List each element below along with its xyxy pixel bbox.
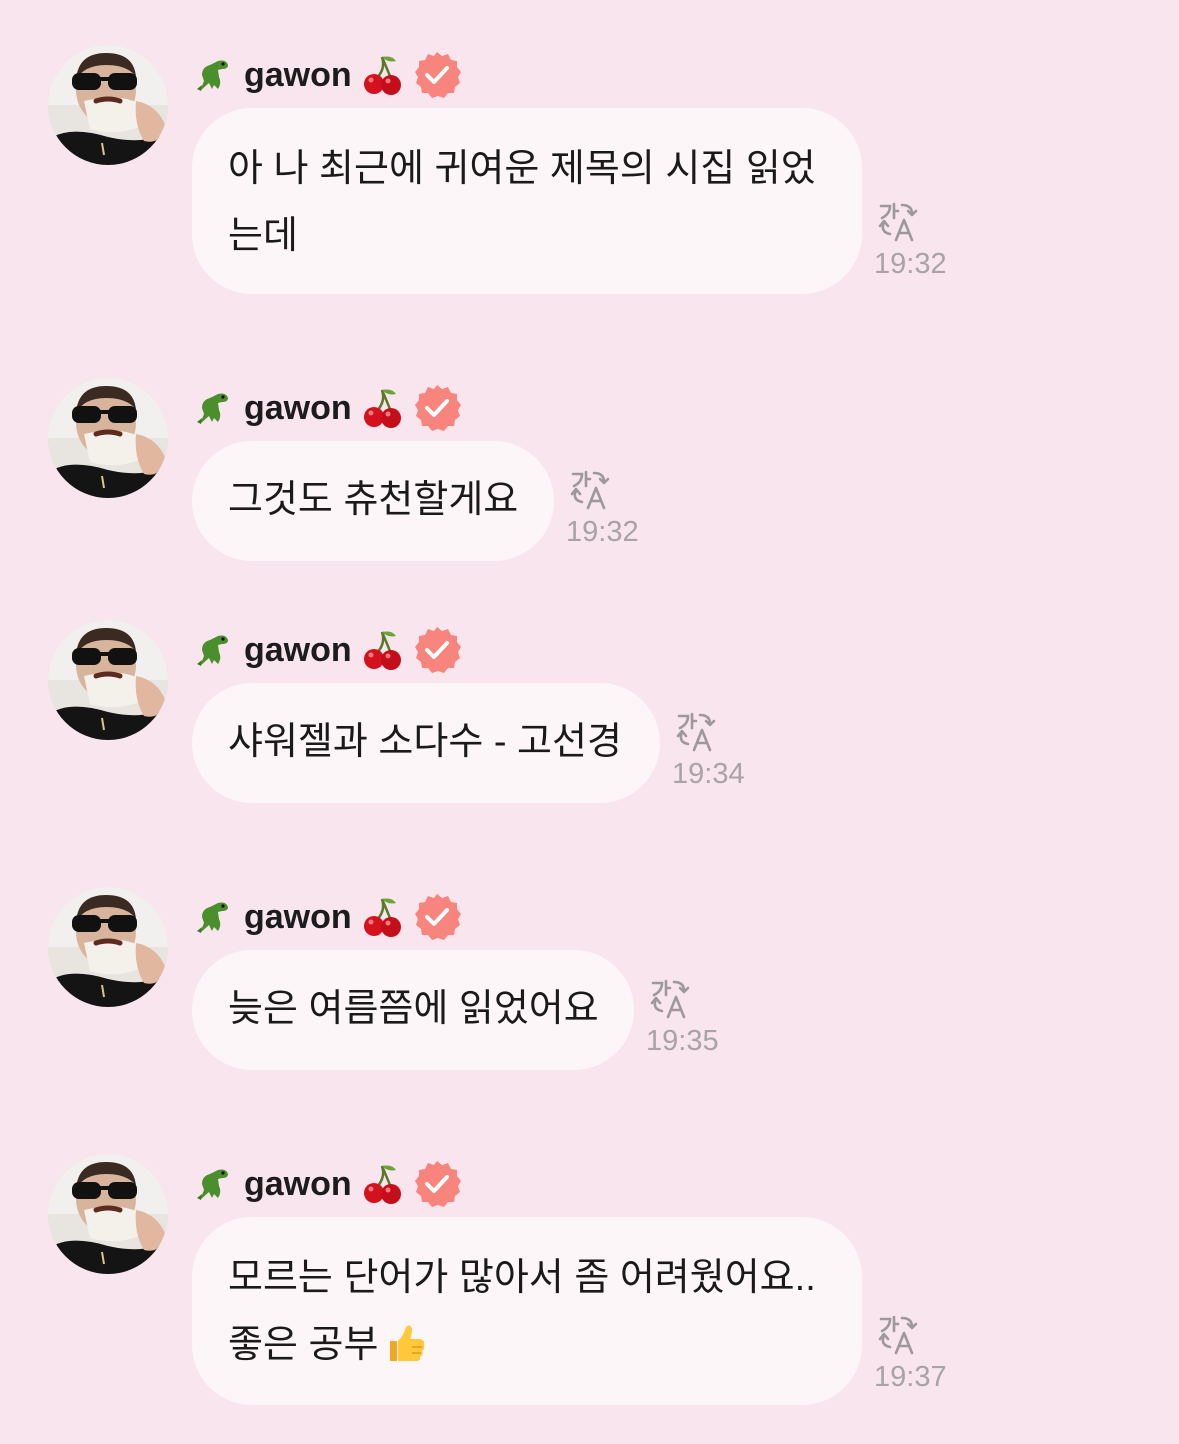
t-rex-icon [192,55,232,95]
message-text-line: 그것도 츄천할게요 [228,479,519,521]
verified-badge-icon [412,50,462,100]
t-rex-icon [192,388,232,428]
avatar[interactable] [48,620,168,740]
sender-name[interactable]: gawon [244,389,352,428]
message-text-line: 모르는 단어가 많아서 좀 어려웠어요.. [228,1257,816,1299]
cherry-icon [362,53,402,97]
sender-row: gawon [192,45,462,105]
message-bubble[interactable]: 그것도 츄천할게요 [192,441,554,561]
message-meta: 19:32 [566,468,639,549]
sender-name[interactable]: gawon [244,56,352,95]
message-text-line-with-emoji: 좋은 공부 [228,1312,826,1379]
avatar[interactable] [48,1154,168,1274]
t-rex-icon [192,897,232,937]
message-meta: 19:37 [874,1313,947,1394]
message-text-line: 아 나 최근에 귀여운 제목의 시집 읽었 [228,148,816,190]
avatar[interactable] [48,378,168,498]
message-bubble[interactable]: 아 나 최근에 귀여운 제목의 시집 읽었 는데 [192,108,862,294]
t-rex-icon [192,1164,232,1204]
cherry-icon [362,1162,402,1206]
message-text-line: 는데 [228,215,298,257]
message-text-line: 늦은 여름쯤에 읽었어요 [228,988,599,1030]
thumbs-up-icon [384,1321,428,1365]
sender-row: gawon [192,378,462,438]
sender-row: gawon [192,620,462,680]
translate-icon[interactable] [648,977,692,1021]
message-meta: 19:34 [672,710,745,791]
message-meta: 19:32 [874,200,947,281]
timestamp: 19:32 [874,248,947,280]
translate-icon[interactable] [674,710,718,754]
message-meta: 19:35 [646,977,719,1058]
avatar[interactable] [48,887,168,1007]
message-text-line: 샤워젤과 소다수 - 고선경 [228,721,622,763]
message-bubble[interactable]: 샤워젤과 소다수 - 고선경 [192,683,660,803]
timestamp: 19:32 [566,516,639,548]
verified-badge-icon [412,383,462,433]
translate-icon[interactable] [876,200,920,244]
message-bubble[interactable]: 늦은 여름쯤에 읽었어요 [192,950,634,1070]
cherry-icon [362,386,402,430]
sender-row: gawon [192,887,462,947]
verified-badge-icon [412,1159,462,1209]
sender-name[interactable]: gawon [244,631,352,670]
avatar[interactable] [48,45,168,165]
sender-row: gawon [192,1154,462,1214]
translate-icon[interactable] [568,468,612,512]
cherry-icon [362,628,402,672]
message-text: 좋은 공부 [228,1324,379,1366]
sender-name[interactable]: gawon [244,1165,352,1204]
verified-badge-icon [412,625,462,675]
timestamp: 19:37 [874,1361,947,1393]
t-rex-icon [192,630,232,670]
message-bubble[interactable]: 모르는 단어가 많아서 좀 어려웠어요.. 좋은 공부 [192,1217,862,1405]
cherry-icon [362,895,402,939]
translate-icon[interactable] [876,1313,920,1357]
verified-badge-icon [412,892,462,942]
timestamp: 19:34 [672,758,745,790]
timestamp: 19:35 [646,1025,719,1057]
sender-name[interactable]: gawon [244,898,352,937]
